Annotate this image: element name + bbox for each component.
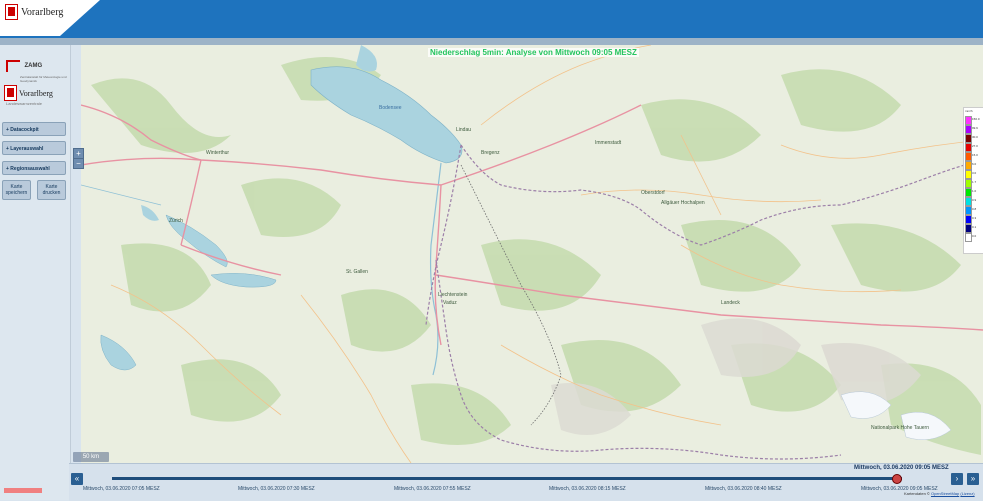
print-map-button[interactable]: Karte drucken [37,180,66,200]
map-basemap [81,45,983,463]
place-label: Winterthur [206,150,230,156]
time-tick-label: Mittwoch, 03.06.2020 08:40 MESZ [705,486,782,492]
time-tick-label: Mittwoch, 03.06.2020 08:15 MESZ [549,486,626,492]
subheader-bar [0,38,983,45]
header-logo-area: Vorarlberg [0,0,100,36]
place-label: Oberstdorf [641,190,665,196]
legend-label: 0.8 [972,207,977,211]
sidebar-vorarlberg-logo: Vorarlberg [4,85,53,101]
legend-swatch [965,224,972,233]
place-label: St. Gallen [346,269,368,275]
save-map-button[interactable]: Karte speichern [2,180,31,200]
sidebar: ZAMG Zentralanstalt für Meteorologie und… [0,45,71,500]
legend-swatch [965,215,972,224]
crest-icon [4,85,17,101]
status-indicator [4,488,42,493]
legend-label: 0.9 [972,198,977,202]
crest-icon [5,4,18,20]
layerauswahl-button[interactable]: + Layerauswahl [2,141,66,155]
header-logo-text: Vorarlberg [21,6,64,18]
legend-label: 30.0 [972,135,978,139]
license-link[interactable]: (Lizenz) [960,491,974,496]
app-header: Vorarlberg [0,0,983,38]
time-navigation-bar: « › » Mittwoch, 03.06.2020 09:05 MESZ Mi… [69,463,983,501]
next-frame-button[interactable]: › [951,473,963,485]
zamg-logo-text: ZAMG [24,62,43,69]
map-title: Niederschlag 5min: Analyse von Mittwoch … [428,48,639,57]
legend-label: 3.0 [972,171,977,175]
zoom-out-button[interactable]: − [73,158,84,169]
map-canvas[interactable]: Winterthur Zürich St. Gallen Lindau Breg… [81,45,983,463]
place-label: Liechtenstein [438,292,468,298]
last-frame-button[interactable]: » [967,473,979,485]
legend-label: 1.0 [972,189,977,193]
legend-swatch [965,134,972,143]
legend-label: 99.9 [972,126,978,130]
first-frame-button[interactable]: « [71,473,83,485]
place-label: Bregenz [481,150,500,156]
zamg-subtext: Zentralanstalt für Meteorologie und Geod… [20,75,67,83]
legend-swatch [965,206,972,215]
legend-swatch [965,116,972,125]
legend-label: 0.3 [972,216,977,220]
place-label: Nationalpark Hohe Tauern [871,425,930,431]
vorarlberg-logo[interactable]: Vorarlberg [5,4,63,20]
current-timestamp: Mittwoch, 03.06.2020 09:05 MESZ [854,465,949,471]
time-tick-label: Mittwoch, 03.06.2020 07:05 MESZ [83,486,160,492]
legend-label: 0.0 [972,234,977,238]
place-label: Vaduz [443,300,457,306]
legend-swatch [965,152,972,161]
zamg-logo-icon [6,59,20,72]
place-label: Immenstadt [595,140,622,146]
lake-label: Bodensee [379,105,402,111]
legend-label: 15.0 [972,153,978,157]
attribution-prefix: Kartendaten © [904,491,930,496]
time-tick-label: Mittwoch, 03.06.2020 07:55 MESZ [394,486,471,492]
legend-label: 1.7 [972,180,977,184]
place-label: Lindau [456,127,472,133]
time-slider-thumb[interactable] [892,474,902,484]
legend-swatch [965,188,972,197]
place-label: Landeck [721,300,740,306]
osm-link[interactable]: OpenStreetMap [931,491,959,496]
legend-label: 0.1 [972,225,977,229]
scale-bar: 50 km [73,452,109,462]
legend-unit: mm/h [965,109,973,113]
legend-swatch [965,233,972,242]
legend-swatch [965,143,972,152]
place-label: Zürich [169,218,183,224]
legend-swatch [965,197,972,206]
precipitation-legend: mm/h 150.0 99.9 30.0 27.0 15.0 6.0 3.0 1.7 1.0 0.… [963,107,983,254]
legend-swatch [965,161,972,170]
time-tick-label: Mittwoch, 03.06.2020 07:30 MESZ [238,486,315,492]
zamg-logo: ZAMG Zentralanstalt für Meteorologie und… [6,57,70,83]
legend-label: 27.0 [972,144,978,148]
regionsauswahl-button[interactable]: + Regionsauswahl [2,161,66,175]
time-slider-track[interactable] [112,477,902,480]
datacockpit-button[interactable]: + Datacockpit [2,122,66,136]
legend-label: 150.0 [972,117,980,121]
legend-swatch [965,179,972,188]
map-attribution: Kartendaten © OpenStreetMap (Lizenz) [904,491,975,496]
sidebar-logo-subtitle: Landeswarnzentrale [6,101,43,106]
legend-label: 6.0 [972,162,977,166]
legend-swatch [965,170,972,179]
place-label: Allgäuer Hochalpen [661,200,705,206]
sidebar-logo-text: Vorarlberg [19,88,53,98]
legend-swatch [965,125,972,134]
